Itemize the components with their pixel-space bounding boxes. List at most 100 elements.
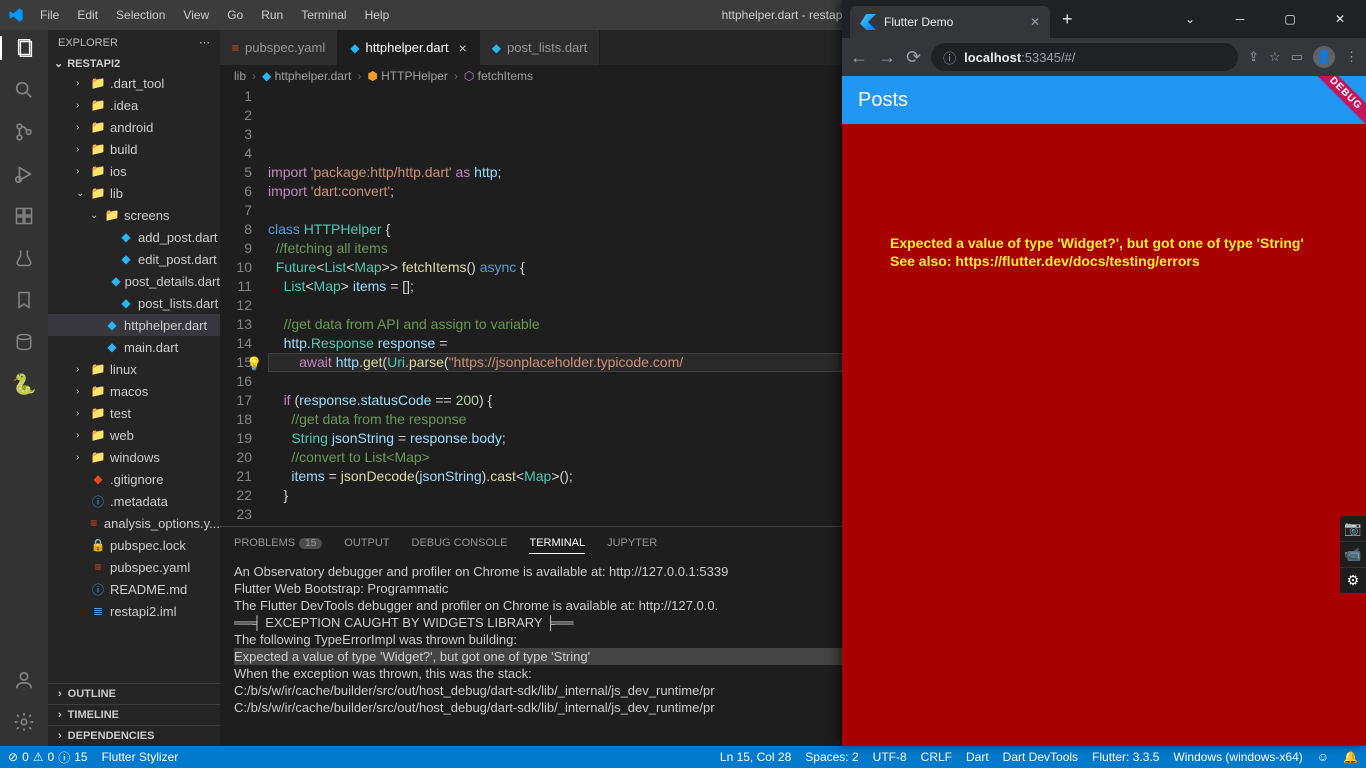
- tree-web[interactable]: ›📁web: [48, 424, 220, 446]
- tab-close-icon[interactable]: ×: [459, 40, 467, 56]
- browser-tab[interactable]: Flutter Demo ✕: [850, 6, 1050, 38]
- section-outline[interactable]: › OUTLINE: [48, 683, 220, 704]
- tree-post-details-dart[interactable]: ◆post_details.dart: [48, 270, 220, 292]
- tab-httphelper-dart[interactable]: ◆httphelper.dart×: [338, 30, 480, 65]
- sidebar: EXPLORER ⋯ ⌄RESTAPI2 ›📁.dart_tool›📁.idea…: [48, 30, 220, 746]
- menu-file[interactable]: File: [32, 4, 67, 26]
- status-devtools[interactable]: Dart DevTools: [1003, 750, 1078, 764]
- bookmark-star-icon[interactable]: ☆: [1269, 49, 1281, 65]
- search-icon[interactable]: [12, 78, 36, 102]
- panel-tab-problems[interactable]: PROBLEMS15: [234, 533, 322, 553]
- panel-tab-jupyter[interactable]: JUPYTER: [607, 533, 657, 553]
- activity-bar: 🐍: [0, 30, 48, 746]
- tree-lib[interactable]: ⌄📁lib: [48, 182, 220, 204]
- tab-pubspec-yaml[interactable]: ≡pubspec.yaml: [220, 30, 338, 65]
- appbar-title: Posts: [858, 89, 908, 112]
- panel-tab-output[interactable]: OUTPUT: [344, 533, 389, 553]
- menu-go[interactable]: Go: [219, 4, 251, 26]
- browser-menu-icon[interactable]: ⋮: [1345, 49, 1358, 65]
- tree-macos[interactable]: ›📁macos: [48, 380, 220, 402]
- status-encoding[interactable]: UTF-8: [873, 750, 907, 764]
- tree-build[interactable]: ›📁build: [48, 138, 220, 160]
- reading-list-icon[interactable]: ▭: [1291, 49, 1303, 65]
- browser-maximize-icon[interactable]: ▢: [1268, 4, 1312, 34]
- tree--idea[interactable]: ›📁.idea: [48, 94, 220, 116]
- project-name: RESTAPI2: [67, 58, 120, 70]
- status-eol[interactable]: CRLF: [921, 750, 952, 764]
- panel-tab-terminal[interactable]: TERMINAL: [529, 533, 585, 554]
- forward-icon[interactable]: →: [878, 47, 896, 68]
- status-problems[interactable]: ⊘ 0 ⚠ 0 ⓘ 15: [8, 749, 88, 766]
- explorer-title: EXPLORER: [58, 37, 118, 49]
- tree-edit-post-dart[interactable]: ◆edit_post.dart: [48, 248, 220, 270]
- tree-add-post-dart[interactable]: ◆add_post.dart: [48, 226, 220, 248]
- browser-chevron-icon[interactable]: ⌄: [1168, 4, 1212, 34]
- python-icon[interactable]: 🐍: [12, 372, 36, 396]
- file-tree: ›📁.dart_tool›📁.idea›📁android›📁build›📁ios…: [48, 72, 220, 683]
- address-bar[interactable]: ⓘ localhost:53345/#/: [931, 43, 1238, 71]
- project-root[interactable]: ⌄RESTAPI2: [48, 55, 220, 72]
- tree--metadata[interactable]: ⓘ.metadata: [48, 490, 220, 512]
- side-toolbox: 📷 📹 ⚙: [1340, 516, 1366, 594]
- section-dependencies[interactable]: › DEPENDENCIES: [48, 725, 220, 746]
- tree-test[interactable]: ›📁test: [48, 402, 220, 424]
- menu-terminal[interactable]: Terminal: [293, 4, 354, 26]
- tree-android[interactable]: ›📁android: [48, 116, 220, 138]
- tree-linux[interactable]: ›📁linux: [48, 358, 220, 380]
- status-cursor[interactable]: Ln 15, Col 28: [720, 750, 791, 764]
- new-tab-icon[interactable]: +: [1050, 9, 1085, 30]
- tree-pubspec-yaml[interactable]: ≡pubspec.yaml: [48, 556, 220, 578]
- menu-run[interactable]: Run: [253, 4, 291, 26]
- database-icon[interactable]: [12, 330, 36, 354]
- profile-icon[interactable]: 👤: [1313, 46, 1335, 68]
- flutter-appbar: Posts: [842, 76, 1366, 124]
- menu-view[interactable]: View: [175, 4, 217, 26]
- tree-windows[interactable]: ›📁windows: [48, 446, 220, 468]
- site-info-icon[interactable]: ⓘ: [943, 48, 956, 67]
- lightbulb-icon[interactable]: 💡: [246, 354, 262, 373]
- flutter-logo-icon: [860, 14, 876, 30]
- tree-post-lists-dart[interactable]: ◆post_lists.dart: [48, 292, 220, 314]
- record-icon[interactable]: 📹: [1340, 542, 1366, 568]
- tab-post-lists-dart[interactable]: ◆post_lists.dart: [480, 30, 600, 65]
- reload-icon[interactable]: ⟳: [906, 47, 921, 68]
- status-bell-icon[interactable]: 🔔: [1343, 750, 1358, 764]
- menu-help[interactable]: Help: [357, 4, 398, 26]
- testing-icon[interactable]: [12, 246, 36, 270]
- source-control-icon[interactable]: [12, 120, 36, 144]
- toolbox-gear-icon[interactable]: ⚙: [1340, 568, 1366, 594]
- tree-analysis-options-y---[interactable]: ≡analysis_options.y...: [48, 512, 220, 534]
- explorer-icon[interactable]: [0, 36, 48, 60]
- line-gutter: 1234567891011121314151617181920212223: [220, 87, 268, 526]
- status-flutter[interactable]: Flutter: 3.3.5: [1092, 750, 1159, 764]
- settings-gear-icon[interactable]: [12, 710, 36, 734]
- tree-httphelper-dart[interactable]: ◆httphelper.dart: [48, 314, 220, 336]
- bookmark-icon[interactable]: [12, 288, 36, 312]
- status-spaces[interactable]: Spaces: 2: [805, 750, 858, 764]
- menu-selection[interactable]: Selection: [108, 4, 173, 26]
- tab-close-icon[interactable]: ✕: [1030, 15, 1040, 29]
- section-timeline[interactable]: › TIMELINE: [48, 704, 220, 725]
- tree-screens[interactable]: ⌄📁screens: [48, 204, 220, 226]
- status-stylizer[interactable]: Flutter Stylizer: [102, 750, 179, 764]
- browser-minimize-icon[interactable]: ─: [1218, 4, 1262, 34]
- tree-restapi2-iml[interactable]: ≣restapi2.iml: [48, 600, 220, 622]
- account-icon[interactable]: [12, 668, 36, 692]
- tree--dart-tool[interactable]: ›📁.dart_tool: [48, 72, 220, 94]
- browser-close-icon[interactable]: ✕: [1318, 4, 1362, 34]
- back-icon[interactable]: ←: [850, 47, 868, 68]
- more-icon[interactable]: ⋯: [199, 36, 210, 49]
- tree-readme-md[interactable]: ⓘREADME.md: [48, 578, 220, 600]
- menu-edit[interactable]: Edit: [69, 4, 106, 26]
- run-debug-icon[interactable]: [12, 162, 36, 186]
- status-device[interactable]: Windows (windows-x64): [1173, 750, 1302, 764]
- tree-ios[interactable]: ›📁ios: [48, 160, 220, 182]
- status-language[interactable]: Dart: [966, 750, 989, 764]
- tree--gitignore[interactable]: ◆.gitignore: [48, 468, 220, 490]
- share-icon[interactable]: ⇪: [1248, 49, 1259, 65]
- status-feedback-icon[interactable]: ☺: [1317, 750, 1329, 764]
- extensions-icon[interactable]: [12, 204, 36, 228]
- tree-pubspec-lock[interactable]: 🔒pubspec.lock: [48, 534, 220, 556]
- panel-tab-debug-console[interactable]: DEBUG CONSOLE: [412, 533, 508, 553]
- tree-main-dart[interactable]: ◆main.dart: [48, 336, 220, 358]
